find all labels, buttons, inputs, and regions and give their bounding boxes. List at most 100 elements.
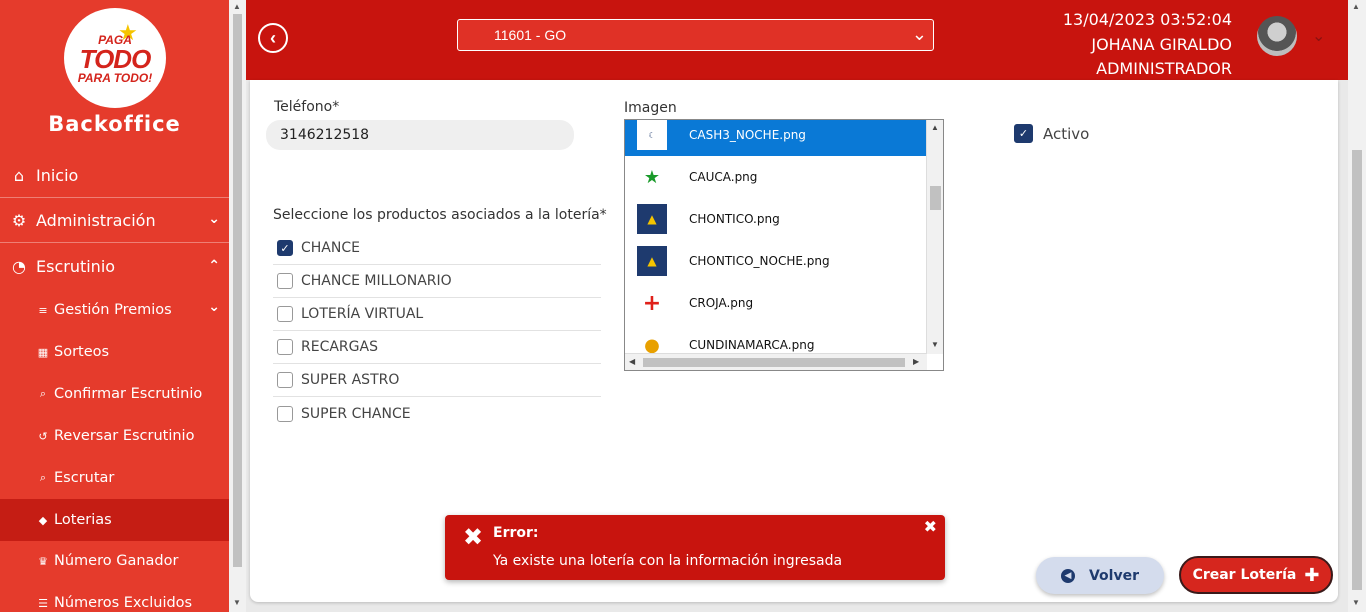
active-checkbox-row[interactable]: ✓ Activo	[1014, 124, 1089, 143]
sidebar-item-label: Inicio	[36, 166, 79, 185]
image-option-label: CASH3_NOCHE.png	[689, 128, 806, 142]
sidebar-scroll-thumb[interactable]	[233, 14, 242, 567]
scroll-up-arrow-icon[interactable]: ▲	[233, 2, 241, 11]
sidebar-subitem-label: Número Ganador	[54, 553, 179, 569]
listbox-hscroll-thumb[interactable]	[643, 358, 905, 367]
scroll-down-arrow-icon[interactable]: ▼	[931, 340, 939, 349]
product-checkbox-row[interactable]: LOTERÍA VIRTUAL	[273, 298, 601, 331]
image-option[interactable]: + CROJA.png	[625, 282, 927, 324]
sidebar-subitem-loterias[interactable]: ◆ Loterias	[0, 499, 229, 541]
chevron-down-icon[interactable]: ⌄	[1312, 26, 1325, 46]
back-button[interactable]: ◀ Volver	[1036, 557, 1164, 594]
pie-chart-icon: ◔	[12, 256, 26, 276]
scroll-down-arrow-icon[interactable]: ▼	[1352, 598, 1360, 607]
toast-title: Error:	[493, 525, 539, 541]
create-lottery-label: Crear Lotería	[1192, 567, 1297, 583]
image-listbox[interactable]: ☾ CASH3_NOCHE.png ★ CAUCA.png ▲ CHONTICO…	[624, 119, 944, 371]
image-option-label: CROJA.png	[689, 296, 754, 310]
gear-icon: ⚙	[11, 211, 27, 230]
image-option-label: CHONTICO.png	[689, 212, 780, 226]
sidebar-item-escrutinio[interactable]: ◔ Escrutinio ⌃	[0, 244, 229, 288]
app-root: ★ PAGA TODO PARA TODO! Backoffice ⌂ Inic…	[0, 0, 1366, 612]
product-checkbox-row[interactable]: ✓ CHANCE	[273, 232, 601, 265]
sidebar-subitem-numeros-excluidos[interactable]: ☰ Números Excluidos	[0, 582, 229, 612]
product-checkbox-row[interactable]: SUPER CHANCE	[273, 397, 601, 430]
ticket-icon: ◆	[38, 513, 48, 527]
home-icon: ⌂	[13, 166, 25, 185]
avatar[interactable]	[1257, 16, 1297, 56]
product-label: CHANCE MILLONARIO	[301, 273, 452, 289]
sidebar-subitem-sorteos[interactable]: ▦ Sorteos	[0, 331, 229, 373]
checkbox[interactable]	[277, 306, 293, 322]
product-checkbox-row[interactable]: RECARGAS	[273, 331, 601, 364]
image-option[interactable]: ★ CAUCA.png	[625, 156, 927, 198]
listbox-scroll-thumb[interactable]	[930, 186, 941, 210]
header-datetime: 13/04/2023 03:52:04	[1062, 10, 1232, 29]
sidebar-subitem-label: Reversar Escrutinio	[54, 428, 195, 444]
close-icon[interactable]: ✖	[924, 517, 937, 536]
branch-select-value: 11601 - GO	[494, 27, 567, 43]
image-thumbnail: ▲	[637, 204, 667, 234]
star-icon: ★	[643, 166, 661, 188]
sidebar-subitem-escrutar[interactable]: ⌕ Escrutar	[0, 457, 229, 499]
chevron-down-icon: ⌄	[208, 299, 220, 315]
error-x-icon: ✖	[463, 523, 484, 551]
image-option-label: CHONTICO_NOCHE.png	[689, 254, 830, 268]
chevron-up-icon: ⌃	[208, 258, 220, 274]
scroll-down-arrow-icon[interactable]: ▼	[233, 598, 241, 607]
checkbox-checked[interactable]: ✓	[277, 240, 293, 256]
checkbox[interactable]	[277, 273, 293, 289]
sidebar-item-inicio[interactable]: ⌂ Inicio	[0, 154, 229, 198]
sidebar-subitem-label: Loterias	[54, 512, 112, 528]
error-toast: ✖ Error: Ya existe una lotería con la in…	[445, 515, 945, 580]
scroll-up-arrow-icon[interactable]: ▲	[931, 123, 939, 132]
product-checkbox-row[interactable]: SUPER ASTRO	[273, 364, 601, 397]
sidebar-item-label: Administración	[36, 211, 156, 230]
image-option[interactable]: ☾ CASH3_NOCHE.png	[625, 120, 927, 156]
checkbox[interactable]	[277, 339, 293, 355]
scroll-left-arrow-icon[interactable]: ◀	[629, 357, 635, 366]
product-checkbox-row[interactable]: CHANCE MILLONARIO	[273, 265, 601, 298]
image-thumbnail: ▲	[637, 246, 667, 276]
sidebar-subitem-confirmar-escrutinio[interactable]: ⌕ Confirmar Escrutinio	[0, 373, 229, 415]
image-option[interactable]: ▲ CHONTICO_NOCHE.png	[625, 240, 927, 282]
sidebar-subitem-gestion-premios[interactable]: ≡ Gestión Premios ⌄	[0, 289, 229, 331]
image-option[interactable]: ▲ CHONTICO.png	[625, 198, 927, 240]
header-user-name: JOHANA GIRALDO	[1091, 35, 1232, 54]
main-scroll-thumb[interactable]	[1352, 150, 1362, 590]
phone-field[interactable]	[266, 120, 574, 150]
sidebar-subitem-label: Escrutar	[54, 470, 115, 486]
product-label: CHANCE	[301, 240, 360, 256]
undo-icon: ↺	[38, 429, 48, 443]
brand-title: Backoffice	[48, 112, 181, 136]
sidebar-subitem-reversar-escrutinio[interactable]: ↺ Reversar Escrutinio	[0, 415, 229, 457]
chevron-down-icon: ⌄	[208, 211, 220, 227]
sidebar-scrollbar[interactable]: ▲ ▼	[229, 0, 246, 612]
branch-select[interactable]: 11601 - GO ⌄	[457, 19, 934, 51]
listbox-vertical-scrollbar[interactable]: ▲ ▼	[926, 120, 943, 354]
create-lottery-button[interactable]: Crear Lotería ✚	[1179, 556, 1333, 594]
checkbox[interactable]	[277, 405, 293, 422]
toast-message: Ya existe una lotería con la información…	[493, 553, 843, 569]
calendar-icon: ▦	[37, 345, 49, 359]
back-button-label: Volver	[1088, 567, 1139, 584]
active-checkbox[interactable]: ✓	[1014, 124, 1033, 143]
logo[interactable]: ★ PAGA TODO PARA TODO!	[64, 8, 166, 108]
list-icon: ☰	[38, 596, 48, 610]
product-label: RECARGAS	[301, 339, 378, 355]
back-circle-button[interactable]: ‹	[258, 23, 288, 53]
product-label: LOTERÍA VIRTUAL	[301, 306, 424, 322]
sidebar-subitem-label: Gestión Premios	[54, 302, 172, 318]
chevron-left-icon: ‹	[270, 27, 276, 48]
arrow-left-circle-icon: ◀	[1060, 568, 1075, 583]
checkbox[interactable]	[277, 372, 293, 388]
sidebar-subitem-numero-ganador[interactable]: ♛ Número Ganador	[0, 540, 229, 582]
phone-label: Teléfono*	[274, 99, 340, 115]
scroll-right-arrow-icon[interactable]: ▶	[913, 357, 919, 366]
sidebar: ★ PAGA TODO PARA TODO! Backoffice ⌂ Inic…	[0, 0, 229, 612]
header-user-role: ADMINISTRADOR	[1096, 59, 1232, 78]
listbox-horizontal-scrollbar[interactable]: ◀ ▶	[625, 353, 927, 370]
sidebar-item-administracion[interactable]: ⚙ Administración ⌄	[0, 199, 229, 243]
scroll-up-arrow-icon[interactable]: ▲	[1352, 2, 1360, 11]
main-scrollbar[interactable]: ▲ ▼	[1348, 0, 1366, 612]
